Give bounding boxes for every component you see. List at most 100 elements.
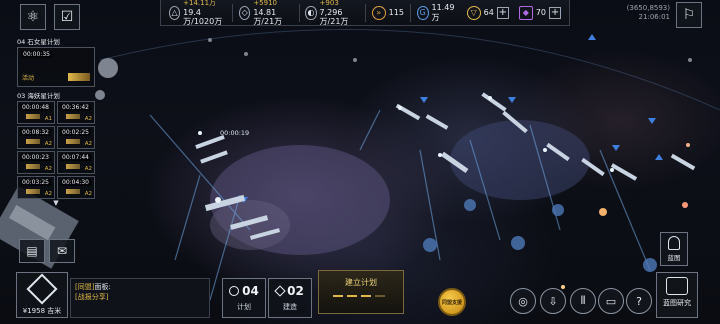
venus-timer: 00:00:35 bbox=[21, 51, 52, 58]
deuterium-rate: +903 bbox=[319, 0, 339, 7]
venus-plan-title: 04 石女星计划 bbox=[17, 38, 60, 46]
slot-level: A2 bbox=[84, 116, 92, 122]
galaxy-button[interactable]: ◎ bbox=[510, 288, 536, 314]
collapse-button[interactable]: ▼ bbox=[17, 199, 95, 207]
folder-icon: ▭ bbox=[605, 294, 617, 308]
metal-amount: 19.4万/1020万 bbox=[183, 8, 223, 26]
map-markers bbox=[423, 199, 657, 272]
fuel-amount: 115 bbox=[388, 8, 404, 17]
divider bbox=[298, 3, 300, 22]
divider bbox=[364, 3, 366, 22]
resource-premium[interactable]: ◆ 70 + bbox=[515, 2, 565, 24]
atom-button[interactable]: ⚛ bbox=[20, 4, 46, 30]
plan-slot[interactable]: 00:36:42 A2 bbox=[57, 101, 95, 124]
venus-plan-card[interactable]: 00:00:35 活动 bbox=[17, 47, 95, 87]
plan-counter[interactable]: 04 计划 bbox=[222, 278, 266, 318]
build-label: 建造 bbox=[283, 303, 297, 311]
slot-timer: 00:07:44 bbox=[60, 154, 91, 161]
fleet-button[interactable]: ⫴ bbox=[570, 288, 596, 314]
deuterium-icon: ◐ bbox=[305, 5, 317, 20]
plan-slot[interactable]: 00:08:32 A2 bbox=[17, 126, 55, 149]
ship-icon bbox=[26, 139, 40, 144]
ship-icon bbox=[68, 73, 90, 81]
download-button[interactable]: ⇩ bbox=[540, 288, 566, 314]
deuterium-amount: 7,296万/21万 bbox=[319, 8, 349, 26]
plan-slot[interactable]: 00:03:25 A2 bbox=[17, 176, 55, 199]
plan-slot[interactable]: 00:02:25 A2 bbox=[57, 126, 95, 149]
slot-level: A2 bbox=[84, 141, 92, 147]
notes-button[interactable]: ▤ bbox=[19, 239, 45, 263]
build-counter[interactable]: 02 建造 bbox=[268, 278, 312, 318]
venus-status: 活动 bbox=[22, 75, 35, 82]
refresh-icon: G bbox=[416, 5, 429, 20]
blueprint-label: 蓝图 bbox=[667, 254, 681, 262]
plan-label: 计划 bbox=[237, 303, 251, 311]
crystal-icon: ◇ bbox=[239, 5, 251, 20]
slot-timer: 00:36:42 bbox=[60, 104, 91, 111]
gold-icon: ▽ bbox=[466, 5, 481, 20]
blueprint-research-label: 蓝图研究 bbox=[663, 299, 691, 307]
question-icon: ? bbox=[636, 294, 642, 308]
slot-timer: 00:03:25 bbox=[20, 179, 51, 186]
premium-amount: 70 bbox=[535, 8, 547, 17]
chat-channel: [同盟] bbox=[75, 283, 95, 291]
folder-button[interactable]: ▭ bbox=[598, 288, 624, 314]
blueprint-research-button[interactable]: 蓝图研究 bbox=[656, 272, 698, 318]
build-plan-title: 建立计划 bbox=[345, 278, 377, 287]
player-panel[interactable]: ¥1958 吉米 bbox=[16, 272, 68, 318]
build-plan-button[interactable]: 建立计划 bbox=[318, 270, 404, 314]
resource-credits[interactable]: G 11.49万 bbox=[413, 2, 461, 24]
alliance-support-label: 同盟支援 bbox=[441, 299, 462, 306]
plans-panel: 04 石女星计划 00:00:35 活动 03 海妖星计划 00:00:48 A1… bbox=[17, 37, 95, 207]
chat-share-link[interactable]: [战报分享] bbox=[75, 292, 205, 302]
blueprint-button[interactable]: 蓝图 bbox=[660, 232, 688, 266]
chevron-icon: » bbox=[371, 5, 386, 20]
slot-timer: 00:02:25 bbox=[60, 129, 91, 136]
plan-slot[interactable]: 00:04:30 A2 bbox=[57, 176, 95, 199]
chevron-down-icon: ▼ bbox=[53, 199, 59, 207]
atom-icon: ⚛ bbox=[26, 9, 40, 25]
plan-slot[interactable]: 00:00:48 A1 bbox=[17, 101, 55, 124]
plan-slot[interactable]: 00:07:44 A2 bbox=[57, 151, 95, 174]
rocket-icon bbox=[668, 236, 680, 250]
add-premium-button[interactable]: + bbox=[549, 6, 562, 19]
help-button[interactable]: ? bbox=[626, 288, 652, 314]
ship-icon bbox=[26, 164, 40, 169]
sea-plan-slots: 00:00:48 A1 00:36:42 A2 00:08:32 A2 00:02:2… bbox=[17, 101, 95, 199]
alliance-support-button[interactable]: 同盟支援 bbox=[438, 288, 466, 316]
resource-metal[interactable]: △ +14.11万 19.4万/1020万 bbox=[165, 0, 230, 26]
resource-gold[interactable]: ▽ 64 + bbox=[463, 2, 513, 24]
ship-icon bbox=[26, 189, 40, 194]
research-icon bbox=[666, 277, 688, 295]
slot-timer: 00:00:23 bbox=[20, 154, 51, 161]
plan-slot[interactable]: 00:00:23 A2 bbox=[17, 151, 55, 174]
task-button[interactable]: ☑ bbox=[54, 4, 80, 30]
slot-level: A1 bbox=[44, 116, 52, 122]
orbit-arc bbox=[99, 29, 720, 111]
slot-timer: 00:04:30 bbox=[60, 179, 91, 186]
slot-level: A2 bbox=[44, 166, 52, 172]
slot-level: A2 bbox=[84, 166, 92, 172]
slot-timer: 00:08:32 bbox=[20, 129, 51, 136]
crystal-amount: 14.81万/21万 bbox=[253, 8, 283, 26]
clock: 21:06:01 bbox=[638, 13, 670, 21]
add-gold-button[interactable]: + bbox=[496, 6, 509, 19]
mail-icon: ✉ bbox=[56, 244, 68, 258]
document-icon: ▤ bbox=[26, 244, 38, 258]
divider bbox=[232, 3, 234, 22]
chat-panel[interactable]: [同盟]面板: [战报分享] bbox=[70, 278, 210, 318]
mail-button[interactable]: ✉ bbox=[49, 239, 75, 263]
resource-bar: △ +14.11万 19.4万/1020万 ◇ +5910 14.81万/21万… bbox=[160, 0, 570, 26]
divider bbox=[409, 3, 411, 22]
plan-count: 04 bbox=[242, 284, 259, 298]
gem-icon: ◆ bbox=[518, 5, 533, 20]
ship-icon bbox=[66, 189, 80, 194]
resource-fuel[interactable]: » 115 bbox=[368, 2, 408, 24]
build-plan-progress bbox=[333, 295, 385, 297]
bookmark-button[interactable]: ⚐ bbox=[676, 2, 702, 28]
resource-crystal[interactable]: ◇ +5910 14.81万/21万 bbox=[235, 0, 296, 26]
slot-level: A2 bbox=[44, 191, 52, 197]
slot-timer: 00:00:48 bbox=[20, 104, 51, 111]
bottom-bar: ¥1958 吉米 [同盟]面板: [战报分享] 04 计划 02 建造 建立计划… bbox=[0, 270, 720, 324]
resource-deuterium[interactable]: ◐ +903 7,296万/21万 bbox=[301, 0, 362, 26]
